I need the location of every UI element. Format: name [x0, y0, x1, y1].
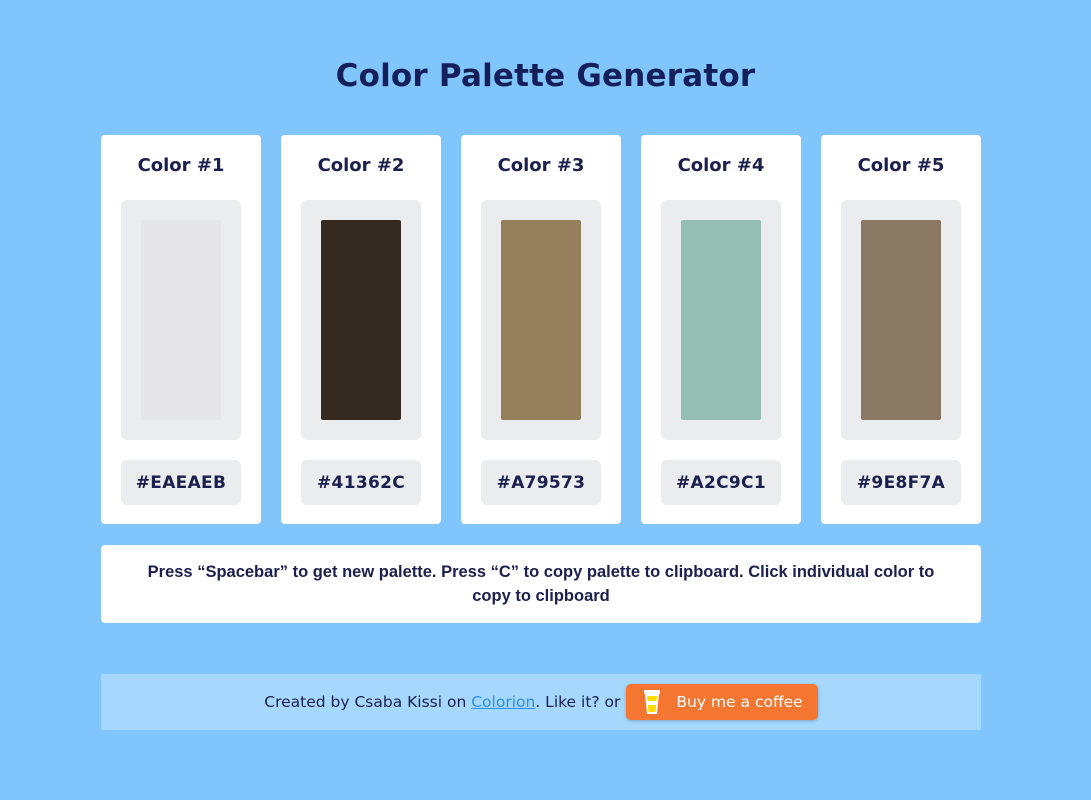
page-title: Color Palette Generator [335, 58, 756, 94]
footer: Created by Csaba Kissi on Colorion. Like… [101, 674, 981, 730]
swatch-frame [301, 200, 421, 440]
hex-code[interactable]: #9E8F7A [841, 460, 961, 505]
hex-code[interactable]: #A2C9C1 [661, 460, 781, 505]
hex-code[interactable]: #41362C [301, 460, 421, 505]
color-swatch[interactable] [501, 220, 581, 420]
coffee-cup-icon [642, 689, 662, 715]
color-card-title: Color #4 [677, 155, 765, 176]
color-swatch[interactable] [861, 220, 941, 420]
footer-suffix: . Like it? or [535, 693, 621, 711]
buy-me-a-coffee-label: Buy me a coffee [676, 693, 803, 711]
palette-cards: Color #1 #EAEAEB Color #2 #41362C Color … [101, 135, 981, 524]
color-swatch[interactable] [681, 220, 761, 420]
color-card-title: Color #1 [137, 155, 225, 176]
color-card-1[interactable]: Color #1 #EAEAEB [101, 135, 261, 524]
swatch-frame [841, 200, 961, 440]
color-card-title: Color #5 [857, 155, 945, 176]
color-card-title: Color #3 [497, 155, 585, 176]
buy-me-a-coffee-button[interactable]: Buy me a coffee [626, 684, 818, 720]
colorion-link[interactable]: Colorion [471, 693, 535, 711]
footer-prefix: Created by Csaba Kissi on [264, 693, 472, 711]
color-swatch[interactable] [141, 220, 221, 420]
swatch-frame [121, 200, 241, 440]
instructions-panel: Press “Spacebar” to get new palette. Pre… [101, 545, 981, 623]
swatch-frame [661, 200, 781, 440]
color-card-5[interactable]: Color #5 #9E8F7A [821, 135, 981, 524]
color-swatch[interactable] [321, 220, 401, 420]
color-card-3[interactable]: Color #3 #A79573 [461, 135, 621, 524]
hex-code[interactable]: #A79573 [481, 460, 601, 505]
instructions-text: Press “Spacebar” to get new palette. Pre… [147, 563, 935, 605]
color-card-2[interactable]: Color #2 #41362C [281, 135, 441, 524]
color-card-4[interactable]: Color #4 #A2C9C1 [641, 135, 801, 524]
color-card-title: Color #2 [317, 155, 405, 176]
swatch-frame [481, 200, 601, 440]
hex-code[interactable]: #EAEAEB [121, 460, 241, 505]
